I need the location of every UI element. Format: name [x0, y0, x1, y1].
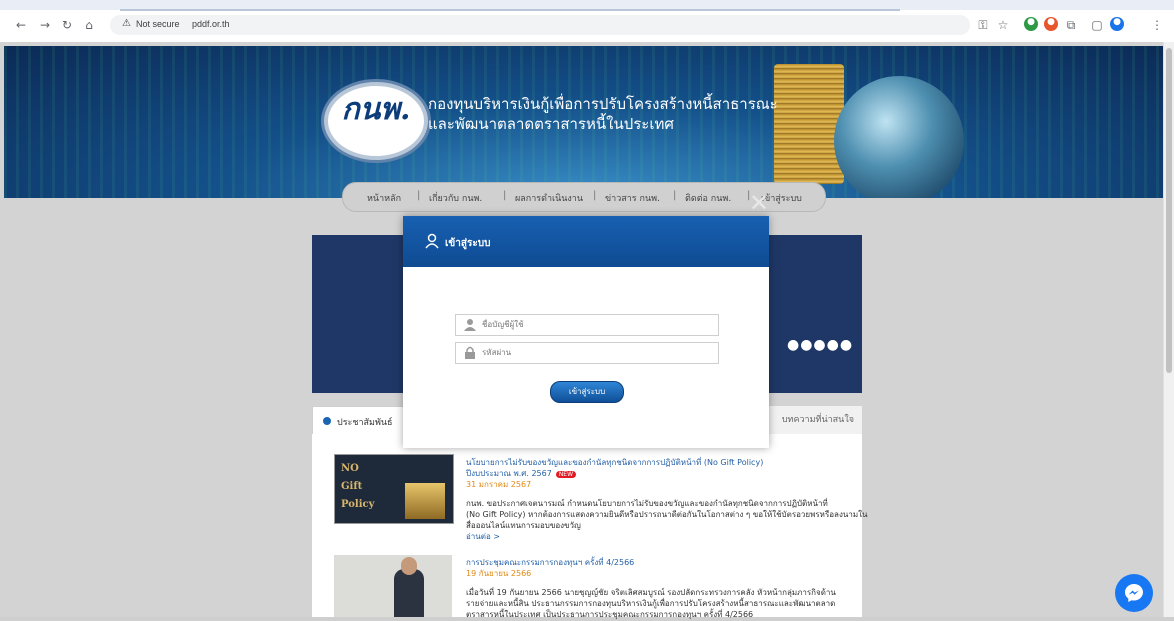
slider-dots[interactable]: ●●●●●	[787, 337, 853, 353]
back-icon[interactable]: ←	[14, 18, 28, 32]
menu-item-performance[interactable]: ผลการดำเนินงาน	[515, 191, 583, 205]
header-banner: กนพ. กองทุนบริหารเงินกู้เพื่อการปรับโครง…	[4, 46, 1168, 198]
news-thumbnail-no-gift[interactable]: NO Gift Policy	[334, 454, 454, 524]
login-modal-title: เข้าสู่ระบบ	[445, 238, 491, 249]
read-more-link[interactable]: อ่านต่อ >	[466, 530, 500, 543]
profile-avatar-icon[interactable]: ●	[1110, 17, 1124, 31]
new-badge: NEW	[555, 471, 577, 478]
person-head	[401, 557, 417, 575]
forward-icon[interactable]: →	[38, 18, 52, 32]
tab-bullet-icon	[323, 417, 331, 425]
login-modal: เข้าสู่ระบบ เข้าสู่ระบบ	[403, 216, 769, 448]
person-image	[394, 569, 424, 617]
news-list: NO Gift Policy นโยบายการไม่รับของขวัญและ…	[312, 434, 867, 619]
gift-image	[405, 483, 445, 519]
user-icon	[425, 233, 439, 249]
menu-separator: |	[593, 190, 597, 201]
login-button[interactable]: เข้าสู่ระบบ	[550, 381, 624, 403]
menu-item-home[interactable]: หน้าหลัก	[367, 191, 401, 205]
globe-image	[834, 76, 964, 198]
username-field[interactable]	[455, 314, 719, 336]
extension-red-icon[interactable]: ●	[1044, 17, 1058, 31]
username-input[interactable]	[482, 317, 710, 332]
menu-separator: |	[503, 190, 507, 201]
messenger-icon	[1125, 584, 1143, 602]
gold-coins-image	[774, 64, 844, 184]
security-label[interactable]: Not secure	[136, 19, 180, 29]
news-title-text[interactable]: ปีงบประมาณ พ.ศ. 2567	[466, 469, 552, 478]
menu-separator: |	[417, 190, 421, 201]
menu-item-news[interactable]: ข่าวสาร กนพ.	[605, 191, 660, 205]
password-key-icon[interactable]: ⚿	[976, 18, 990, 32]
news-body: ตราสารหนี้ในประเทศ เป็นประธานการประชุมคณ…	[466, 610, 754, 619]
tab-articles[interactable]: บทความที่น่าสนใจ	[782, 412, 854, 426]
tab-news-label: ประชาสัมพันธ์	[337, 418, 393, 428]
warning-icon[interactable]: ⚠	[122, 18, 131, 29]
reload-icon[interactable]: ↻	[60, 18, 74, 32]
bookmark-star-icon[interactable]: ☆	[996, 18, 1010, 32]
scrollbar-thumb[interactable]	[1166, 48, 1172, 373]
menu-item-contact[interactable]: ติดต่อ กนพ.	[685, 191, 731, 205]
messenger-chat-button[interactable]	[1115, 574, 1153, 612]
thumb-text: Policy	[341, 499, 375, 510]
password-input[interactable]	[482, 345, 710, 360]
extensions-puzzle-icon[interactable]: ⧉	[1064, 18, 1078, 32]
login-modal-header: เข้าสู่ระบบ	[403, 216, 769, 267]
thumb-text: NO	[341, 463, 359, 474]
close-icon[interactable]: ✕	[749, 191, 769, 215]
url-text[interactable]: pddf.or.th	[192, 19, 230, 29]
thumb-text: Gift	[341, 481, 363, 492]
extension-green-icon[interactable]: ●	[1024, 17, 1038, 31]
password-field[interactable]	[455, 342, 719, 364]
menu-separator: |	[673, 190, 677, 201]
user-icon	[464, 319, 476, 331]
home-icon[interactable]: ⌂	[82, 18, 96, 32]
tab-search-icon[interactable]: ▢	[1090, 18, 1104, 32]
lock-icon	[465, 346, 475, 359]
news-thumbnail-meeting[interactable]	[334, 555, 452, 617]
org-name-line2: และพัฒนาตลาดตราสารหนี้ในประเทศ	[428, 115, 674, 133]
pddf-logo[interactable]: กนพ.	[324, 82, 428, 160]
logo-text: กนพ.	[341, 92, 411, 127]
news-date: 19 กันยายน 2566	[466, 569, 532, 578]
news-date: 31 มกราคม 2567	[466, 480, 532, 489]
browser-menu-icon[interactable]: ⋮	[1150, 18, 1164, 32]
tab-indicator	[120, 9, 900, 11]
browser-toolbar: ← → ↻ ⌂ ⚠ Not secure pddf.or.th ⚿ ☆ ● ● …	[0, 0, 1174, 43]
menu-item-about[interactable]: เกี่ยวกับ กนพ.	[429, 191, 482, 205]
address-bar[interactable]: ⚠ Not secure pddf.or.th	[110, 15, 970, 35]
